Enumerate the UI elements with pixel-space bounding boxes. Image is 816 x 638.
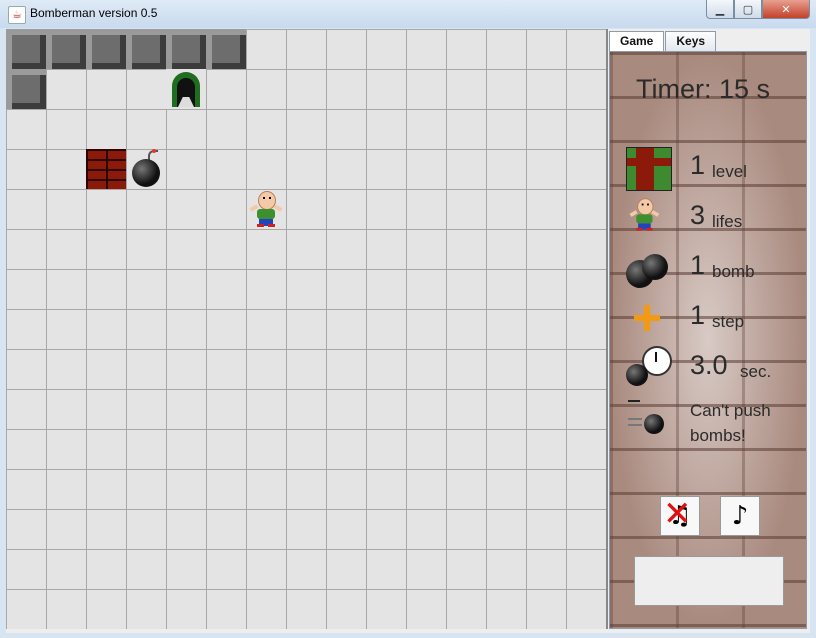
music-toggle-button[interactable]: ♪	[720, 496, 760, 536]
sound-toggle-button[interactable]: ♫ ✕	[660, 494, 700, 536]
tab-game[interactable]: Game	[609, 31, 665, 52]
stone-block	[6, 29, 46, 69]
bombs-icon	[624, 244, 672, 292]
lifes-unit: lifes	[712, 212, 743, 231]
close-button[interactable]: ✕	[762, 0, 810, 19]
title-bar[interactable]: ☕ Bomberman version 0.5 ▁ ▢ ✕	[0, 0, 816, 28]
window-controls: ▁ ▢ ✕	[706, 0, 810, 20]
push-status-text: Can't push bombs!	[690, 401, 771, 445]
exit-door-icon	[166, 69, 206, 109]
message-area[interactable]	[634, 556, 784, 606]
stone-block	[126, 29, 166, 69]
tab-keys[interactable]: Keys	[665, 31, 717, 51]
flame-range-icon	[624, 294, 672, 342]
stats-panel: Timer: 15 s 1 level 3 lifes 1 bomb 1 ste…	[609, 51, 807, 629]
client-area: Game Keys Timer: 15 s 1 level 3 lifes 1 …	[6, 29, 810, 633]
step-unit: step	[712, 312, 745, 331]
level-row: 1 level	[624, 144, 804, 192]
level-unit: level	[712, 162, 747, 181]
stone-block	[206, 29, 246, 69]
minimize-button[interactable]: ▁	[706, 0, 734, 19]
timer-label: Timer: 15 s	[636, 74, 771, 104]
bomb-unit: bomb	[712, 262, 755, 281]
game-board[interactable]	[6, 29, 608, 629]
java-app-icon: ☕	[8, 6, 26, 24]
stone-block	[46, 29, 86, 69]
lifes-row: 3 lifes	[624, 194, 804, 242]
bomb-timer-icon	[624, 344, 672, 392]
tab-strip: Game Keys	[609, 31, 717, 52]
player-icon	[626, 196, 669, 239]
fuse-row: 3.0 sec.	[624, 344, 804, 392]
step-value: 1	[690, 300, 706, 330]
bomb-row: 1 bomb	[624, 244, 804, 292]
stone-block	[166, 29, 206, 69]
muted-cross-icon: ✕	[663, 494, 692, 534]
step-row: 1 step	[624, 294, 804, 342]
brick-wall	[86, 149, 126, 189]
music-note-icon: ♪	[731, 501, 749, 531]
level-map-icon	[624, 144, 672, 192]
fuse-value: 3.0	[690, 350, 728, 380]
lifes-value: 3	[690, 200, 706, 230]
stone-block	[6, 69, 46, 109]
game-window: ☕ Bomberman version 0.5 ▁ ▢ ✕ Game Keys …	[0, 0, 816, 638]
player-character	[246, 189, 286, 229]
fuse-unit: sec.	[740, 362, 772, 381]
window-title: Bomberman version 0.5	[30, 6, 158, 20]
push-bomb-icon	[624, 394, 672, 442]
side-panel: Game Keys Timer: 15 s 1 level 3 lifes 1 …	[609, 29, 809, 633]
level-value: 1	[690, 150, 706, 180]
maximize-button[interactable]: ▢	[734, 0, 762, 19]
stone-block	[86, 29, 126, 69]
bomb-value: 1	[690, 250, 706, 280]
bomb-icon	[126, 149, 166, 189]
